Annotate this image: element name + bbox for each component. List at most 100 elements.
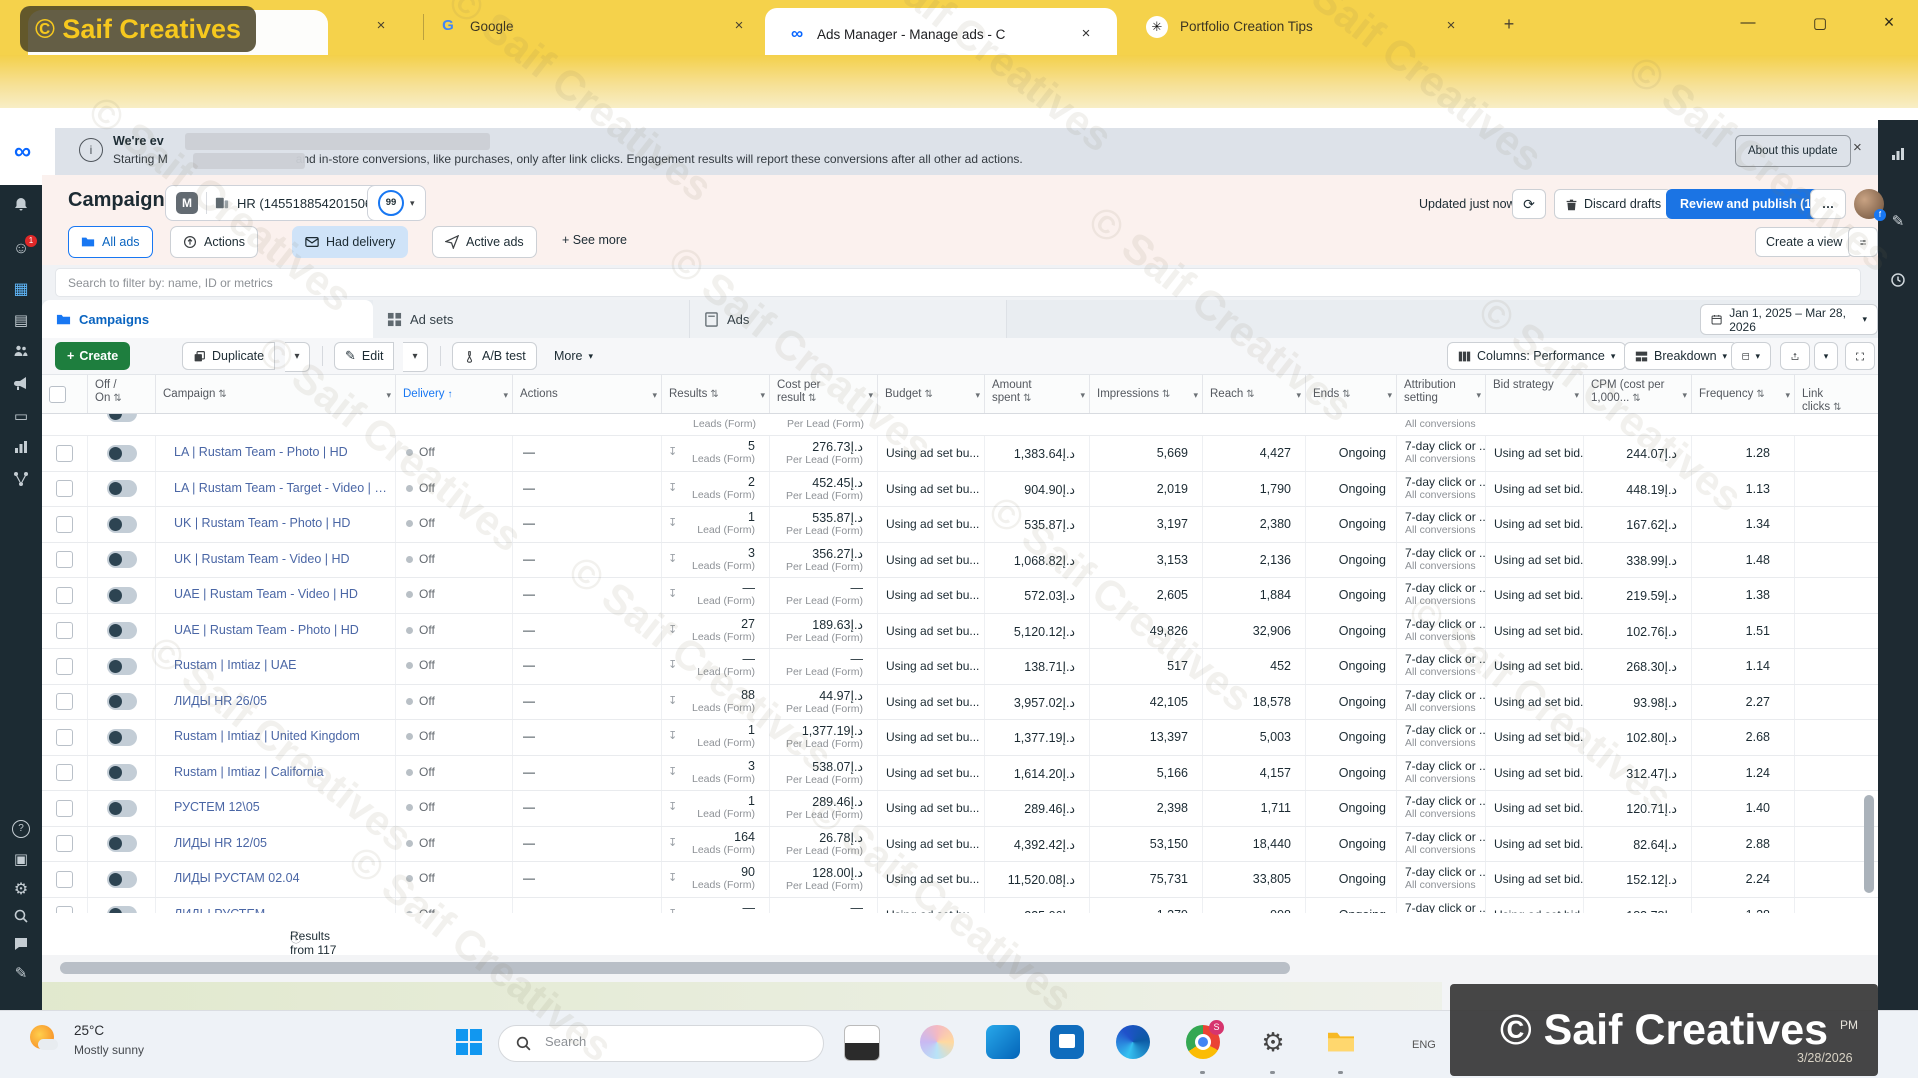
sort-icon[interactable]: ⇅	[1756, 389, 1764, 400]
column-header-select-all[interactable]	[42, 375, 88, 413]
row-checkbox[interactable]	[56, 835, 73, 853]
tab-google-title[interactable]: Google	[470, 19, 680, 34]
select-all-checkbox[interactable]	[49, 386, 66, 403]
tab-portfolio-title[interactable]: Portfolio Creation Tips	[1180, 19, 1420, 34]
chevron-down-icon[interactable]: ▾	[503, 389, 508, 402]
table-row[interactable]: ЛИДЫ HR 26/05 Off — ↧ 88 Leads (Form) 44.9…	[42, 684, 1878, 720]
reports-doc-icon[interactable]: ▤	[0, 311, 42, 329]
workflow-icon[interactable]	[0, 471, 42, 491]
sort-icon[interactable]: ⇅	[710, 389, 718, 400]
campaign-name-link[interactable]: LA | Rustam Team - Photo | HD	[156, 436, 395, 459]
refresh-button[interactable]: ⟳	[1512, 189, 1546, 219]
help-icon[interactable]: ?	[0, 818, 42, 838]
breakdown-button[interactable]: Breakdown ▾	[1624, 342, 1739, 370]
column-header-delivery[interactable]: Delivery ↑ ▾	[396, 375, 513, 413]
column-header-campaign[interactable]: Campaign ⇅ ▾	[156, 375, 396, 413]
campaign-name-link[interactable]: Rustam | Imtiaz | California	[156, 756, 395, 779]
campaign-name-link[interactable]: ЛИДЫ HR 26/05	[156, 685, 395, 708]
analytics-chart-icon[interactable]	[0, 439, 42, 459]
campaign-toggle[interactable]	[106, 693, 137, 711]
table-row[interactable]: Rustam | Imtiaz | California Off — ↧ 3 Lea…	[42, 755, 1878, 791]
row-checkbox[interactable]	[56, 799, 73, 817]
row-checkbox[interactable]	[56, 444, 73, 462]
sort-icon[interactable]: ⇅	[1833, 402, 1841, 413]
edge-app-icon[interactable]	[1116, 1025, 1150, 1059]
download-icon[interactable]: ↧	[668, 658, 677, 671]
table-row[interactable]: LA | Rustam Team - Photo | HD Off — ↧ 5 Le…	[42, 436, 1878, 472]
row-checkbox[interactable]	[56, 586, 73, 604]
row-checkbox[interactable]	[56, 870, 73, 888]
column-header-amount[interactable]: Amount spent ⇅ ▾	[985, 375, 1090, 413]
filter-search-input[interactable]	[55, 268, 1861, 297]
filter-all-ads[interactable]: All ads	[68, 226, 153, 258]
campaign-toggle[interactable]	[106, 728, 137, 746]
sort-icon[interactable]: ⇅	[924, 389, 932, 400]
download-icon[interactable]: ↧	[668, 729, 677, 742]
campaign-toggle[interactable]	[106, 444, 137, 462]
download-icon[interactable]: ↧	[668, 836, 677, 849]
column-header-results[interactable]: Results ⇅ ▾	[662, 375, 770, 413]
campaign-toggle[interactable]	[106, 870, 137, 888]
campaign-name-link[interactable]: UAE | Rustam Team - Video | HD	[156, 578, 395, 601]
campaign-name-link[interactable]: UK | Rustam Team - Photo | HD	[156, 507, 395, 530]
chevron-down-icon[interactable]: ▾	[1682, 389, 1687, 402]
row-checkbox[interactable]	[56, 764, 73, 782]
insights-chart-icon[interactable]	[1878, 146, 1918, 166]
table-row[interactable]: UAE | Rustam Team - Video | HD Off — ↧ — L…	[42, 578, 1878, 614]
chat-icon[interactable]	[0, 936, 42, 956]
sort-icon[interactable]: ⇅	[808, 393, 816, 404]
info-icon[interactable]: ⓘ	[290, 929, 302, 946]
see-more-button[interactable]: + See more	[562, 233, 627, 247]
edit-button[interactable]: ✎ Edit	[334, 342, 395, 370]
download-icon[interactable]: ↧	[668, 765, 677, 778]
chevron-down-icon[interactable]: ▾	[1193, 389, 1198, 402]
column-header-cost[interactable]: Cost per result ⇅ ▾	[770, 375, 878, 413]
row-checkbox[interactable]	[56, 728, 73, 746]
row-checkbox[interactable]	[56, 657, 73, 675]
compose-pencil-icon[interactable]: ✎	[0, 964, 42, 982]
column-header-budget[interactable]: Budget ⇅ ▾	[878, 375, 985, 413]
close-tab-icon[interactable]: ×	[1077, 25, 1095, 43]
start-button[interactable]	[452, 1025, 486, 1059]
bell-icon[interactable]	[0, 197, 42, 217]
clipboard-icon[interactable]: ▣	[0, 850, 42, 868]
row-checkbox[interactable]	[56, 551, 73, 569]
sidebar-search-icon[interactable]	[0, 908, 42, 928]
window-minimize-icon[interactable]: —	[1735, 14, 1761, 31]
columns-button[interactable]: Columns: Performance ▾	[1447, 342, 1627, 370]
create-button[interactable]: + Create	[55, 342, 131, 370]
download-icon[interactable]: ↧	[668, 552, 677, 565]
download-icon[interactable]: ↧	[668, 481, 677, 494]
campaign-toggle[interactable]	[106, 515, 137, 533]
table-row[interactable]: ЛИДЫ РУСТАМ 02.04 Off — ↧ 90 Leads (Form) …	[42, 862, 1878, 898]
close-tab-icon[interactable]: ×	[372, 17, 390, 35]
column-header-frequency[interactable]: Frequency ⇅ ▾	[1692, 375, 1795, 413]
campaign-name-link[interactable]: UK | Rustam Team - Video | HD	[156, 543, 395, 566]
campaign-toggle[interactable]	[106, 799, 137, 817]
campaign-toggle[interactable]	[106, 764, 137, 782]
sort-icon[interactable]: ⇅	[1023, 393, 1031, 404]
duplicate-button[interactable]: Duplicate	[182, 342, 276, 370]
tab-campaigns[interactable]: Campaigns	[42, 300, 373, 338]
campaign-name-link[interactable]: Rustam | Imtiaz | UAE	[156, 649, 395, 672]
campaign-name-link[interactable]: LA | Rustam Team - Target - Video | HD	[156, 472, 395, 495]
download-icon[interactable]: ↧	[668, 623, 677, 636]
table-row[interactable]: LA | Rustam Team - Target - Video | HD O…	[42, 471, 1878, 507]
campaign-toggle[interactable]	[106, 480, 137, 498]
discard-drafts-button[interactable]: Discard drafts	[1554, 189, 1673, 219]
chevron-down-icon[interactable]: ▾	[1296, 389, 1301, 402]
column-header-attribution[interactable]: Attribution setting ▾	[1397, 375, 1486, 413]
campaign-name-link[interactable]: ЛИДЫ HR 12/05	[156, 827, 395, 850]
column-header-ends[interactable]: Ends ⇅ ▾	[1306, 375, 1397, 413]
view-settings-button[interactable]	[1848, 227, 1878, 257]
row-checkbox[interactable]	[56, 480, 73, 498]
tab-ad-sets[interactable]: Ad sets	[373, 300, 690, 338]
weather-icon[interactable]	[30, 1023, 62, 1055]
taskbar-search[interactable]	[498, 1025, 824, 1062]
export-menu-caret[interactable]: ▾	[1814, 342, 1838, 370]
copilot-app-icon[interactable]	[920, 1025, 954, 1059]
chevron-down-icon[interactable]: ▾	[975, 389, 980, 402]
column-header-link-clicks[interactable]: Link clicks ⇅	[1795, 375, 1878, 413]
audiences-people-icon[interactable]	[0, 343, 42, 363]
column-header-cpm[interactable]: CPM (cost per 1,000... ⇅ ▾	[1584, 375, 1692, 413]
